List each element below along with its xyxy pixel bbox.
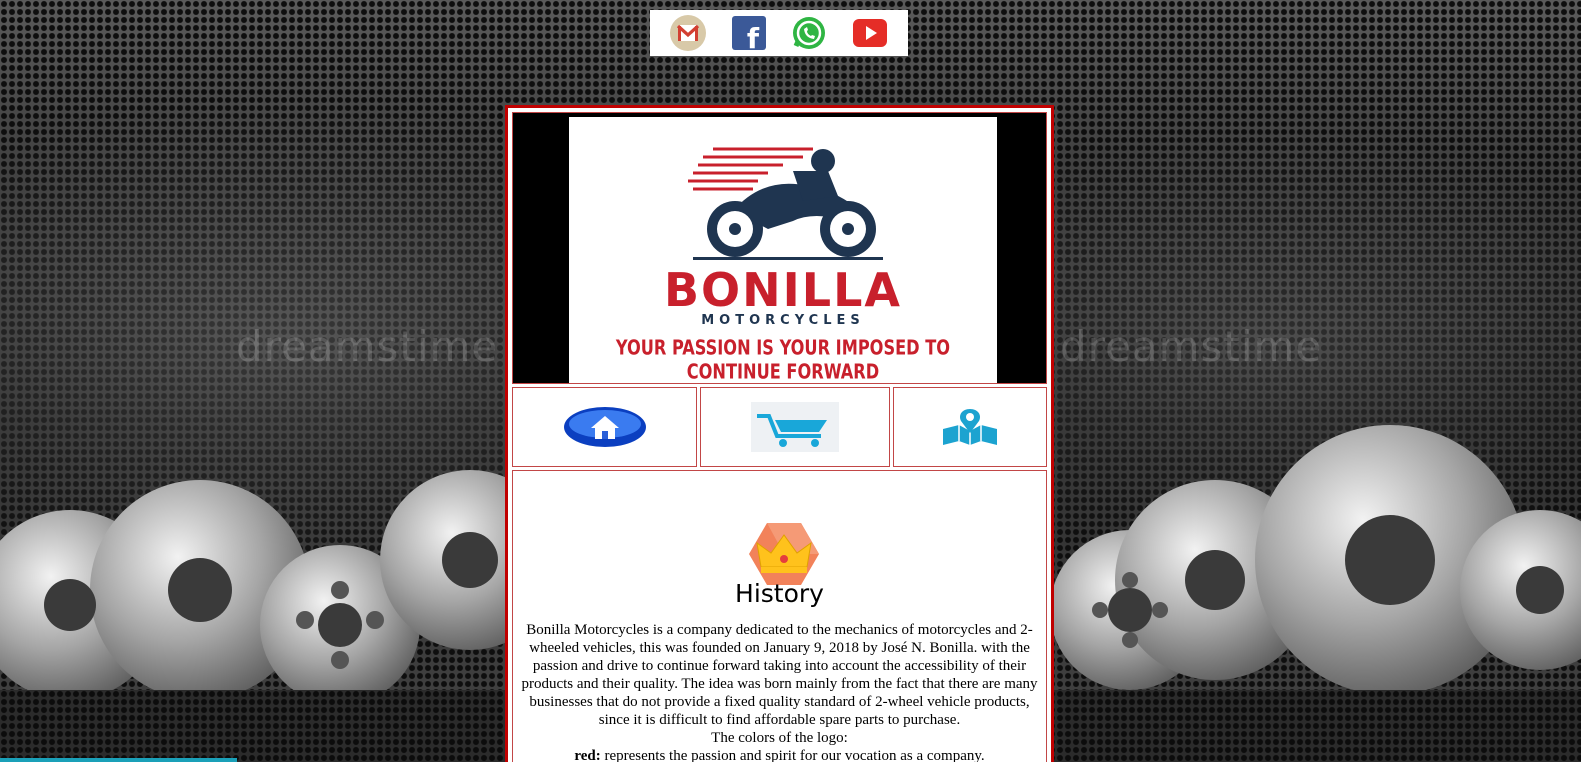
social-links-bar: f: [650, 10, 908, 56]
crown-icon: [749, 523, 819, 585]
gears-decoration-right: [1050, 425, 1581, 695]
red-color-label: red:: [574, 748, 601, 762]
logo-subtitle: MOTORCYCLES: [701, 313, 865, 328]
youtube-icon[interactable]: [851, 14, 889, 52]
history-paragraph: Bonilla Motorcycles is a company dedicat…: [521, 622, 1038, 728]
taskbar-accent: [0, 758, 237, 762]
main-content-panel: BONILLA MOTORCYCLES YOUR PASSION IS YOUR…: [505, 105, 1054, 762]
logo-tagline: YOUR PASSION IS YOUR IMPOSED TO CONTINUE…: [615, 335, 951, 385]
history-title: History: [735, 579, 824, 608]
map-location-icon: [943, 409, 997, 445]
gmail-icon[interactable]: [669, 14, 707, 52]
nav-home[interactable]: [512, 387, 697, 467]
facebook-icon[interactable]: f: [730, 14, 768, 52]
motorcycle-rider-icon: [688, 147, 883, 260]
shopping-cart-icon: [751, 402, 839, 452]
watermark-left: dreamstime: [236, 322, 499, 371]
logo-brand-name: BONILLA: [663, 263, 902, 317]
gears-decoration-left: [0, 470, 520, 705]
logo-banner: BONILLA MOTORCYCLES YOUR PASSION IS YOUR…: [512, 112, 1047, 384]
home-icon: [563, 407, 646, 447]
logo-colors-heading: The colors of the logo:: [711, 730, 848, 746]
whatsapp-icon[interactable]: [790, 14, 828, 52]
watermark-right: dreamstime: [1060, 322, 1323, 371]
svg-text:f: f: [747, 22, 760, 51]
bonilla-logo-image: BONILLA MOTORCYCLES YOUR PASSION IS YOUR…: [569, 117, 997, 385]
history-text: Bonilla Motorcycles is a company dedicat…: [517, 621, 1042, 762]
red-color-description: represents the passion and spirit for ou…: [600, 748, 985, 762]
nav-location[interactable]: [893, 387, 1047, 467]
logo-color-red: red: represents the passion and spirit f…: [574, 748, 984, 762]
nav-cart[interactable]: [700, 387, 890, 467]
history-section: History Bonilla Motorcycles is a company…: [512, 470, 1047, 762]
nav-row: [512, 387, 1047, 467]
